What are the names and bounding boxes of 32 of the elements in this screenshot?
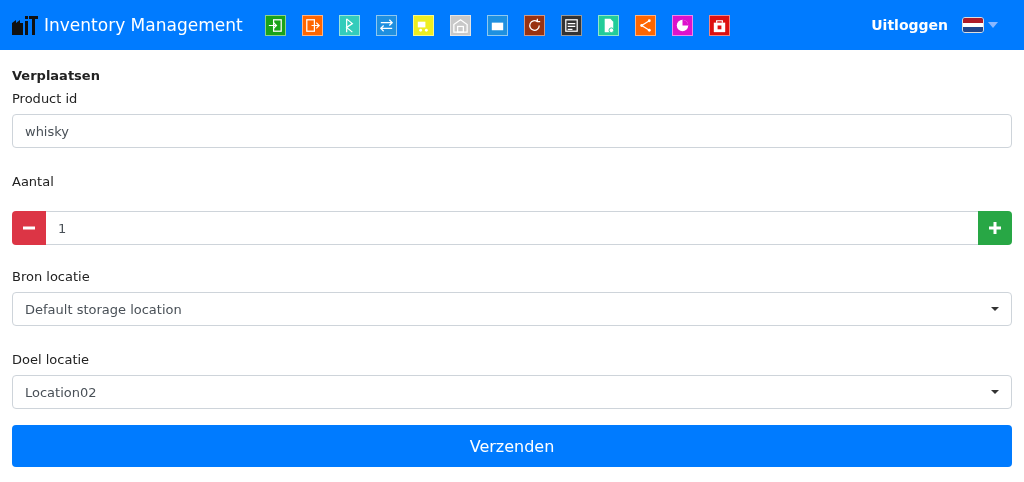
warehouse-toolbar-icon[interactable]: [449, 14, 471, 36]
chart-toolbar-icon[interactable]: [671, 14, 693, 36]
field-label: Bron locatie: [12, 269, 91, 284]
box-toolbar-icon[interactable]: [486, 14, 508, 36]
logout-toolbar-icon[interactable]: [301, 14, 323, 36]
refresh-toolbar-icon[interactable]: [523, 14, 545, 36]
document-toolbar-icon[interactable]: [597, 14, 619, 36]
target-location-select[interactable]: Location02: [12, 375, 1012, 409]
flag-icon[interactable]: [962, 17, 984, 33]
submit-button[interactable]: Verzenden: [12, 425, 1012, 467]
app-title: Inventory Management: [44, 15, 243, 35]
form-title: Verplaatsen: [12, 68, 101, 83]
field-label: Doel locatie: [12, 352, 91, 367]
caret-icon[interactable]: [988, 22, 998, 28]
decrement-button[interactable]: [12, 211, 46, 245]
source-location-select[interactable]: Default storage location: [12, 292, 1012, 326]
store-toolbar-icon[interactable]: [708, 14, 730, 36]
plus-icon: [989, 222, 1001, 234]
dropdown-caret-icon: [991, 306, 999, 312]
quantity-field[interactable]: 1: [46, 211, 978, 245]
login-toolbar-icon[interactable]: [264, 14, 286, 36]
dropdown-caret-icon: [991, 389, 999, 395]
truck-toolbar-icon[interactable]: [412, 14, 434, 36]
product-id-field[interactable]: whisky: [12, 114, 1012, 148]
field-label: Product id: [12, 91, 79, 106]
transfer-toolbar-icon[interactable]: [375, 14, 397, 36]
share-toolbar-icon[interactable]: [634, 14, 656, 36]
list-toolbar-icon[interactable]: [560, 14, 582, 36]
field-label: Aantal: [12, 174, 55, 189]
logout-link[interactable]: Uitloggen: [871, 17, 948, 33]
increment-button[interactable]: [978, 211, 1012, 245]
logo-icon: [12, 15, 38, 35]
